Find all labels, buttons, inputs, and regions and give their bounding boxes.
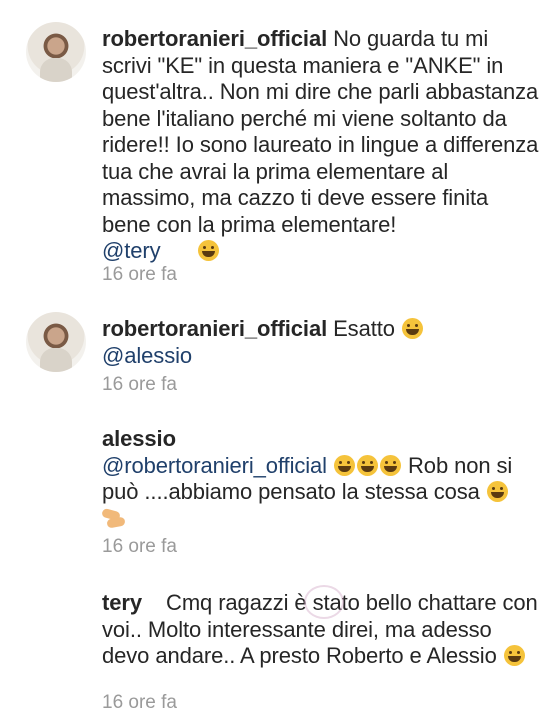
grinning-squinting-face-icon	[197, 240, 219, 261]
grinning-squinting-face-icon	[486, 481, 508, 502]
grinning-squinting-face-icon	[357, 454, 378, 476]
mention-link[interactable]: @robertoranieri_official	[102, 453, 327, 478]
comment-text: robertoranieri_official Esatto @alessio	[102, 316, 542, 369]
username-link[interactable]: robertoranieri_official	[102, 26, 327, 51]
comment-body: No guarda tu mi scrivi "KE" in questa ma…	[102, 26, 539, 237]
comment-text: alessio @robertoranieri_official Rob non…	[102, 426, 542, 532]
clapping-hands-icon	[102, 510, 126, 528]
timestamp: 16 ore fa	[102, 374, 177, 395]
grinning-squinting-face-icon	[503, 645, 525, 666]
avatar[interactable]	[26, 312, 86, 372]
timestamp: 16 ore fa	[102, 264, 177, 285]
timestamp: 16 ore fa	[102, 536, 177, 557]
mention-link[interactable]: @tery	[102, 238, 161, 263]
grinning-squinting-face-icon	[334, 454, 355, 476]
grinning-squinting-face-icon	[401, 318, 423, 339]
username-link[interactable]: alessio	[102, 426, 176, 451]
avatar[interactable]	[26, 22, 86, 82]
comment-text: robertoranieri_official No guarda tu mi …	[102, 26, 542, 265]
grinning-squinting-face-icon	[380, 454, 401, 476]
mention-link[interactable]: @alessio	[102, 343, 192, 368]
username-link[interactable]: robertoranieri_official	[102, 316, 327, 341]
watermark-logo	[304, 585, 344, 619]
timestamp: 16 ore fa	[102, 692, 177, 713]
comment-body: Esatto	[333, 316, 395, 341]
username-link[interactable]: tery	[102, 590, 142, 615]
